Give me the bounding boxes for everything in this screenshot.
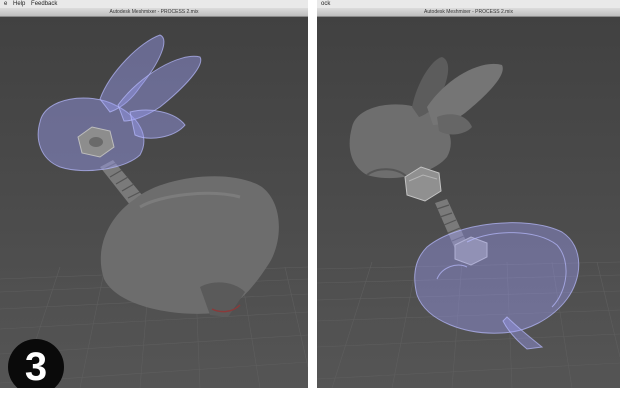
right-menubar: ock [317,0,620,8]
rabbit-head-ghost [37,34,202,172]
left-3d-viewport[interactable]: 3 [0,17,308,388]
menu-item-dock[interactable]: ock [321,1,330,7]
right-scene [317,57,620,388]
step-number-badge: 3 [8,339,64,388]
panel-divider [308,0,317,401]
menu-item-feedback[interactable]: Feedback [31,1,57,7]
rabbit-head-solid [349,57,503,179]
left-menubar: e Help Feedback [0,0,308,8]
right-3d-viewport[interactable] [317,17,620,388]
right-window-title: Autodesk Meshmixer - PROCESS 2.mix [317,8,620,17]
right-meshmixer-window: ock Autodesk Meshmixer - PROCESS 2.mix [317,0,620,388]
left-window-title: Autodesk Meshmixer - PROCESS 2.mix [0,8,308,17]
rabbit-body-ghost [414,222,580,350]
menu-item-edit[interactable]: e [4,1,7,7]
menu-item-help[interactable]: Help [13,1,25,7]
left-meshmixer-window: e Help Feedback Autodesk Meshmixer - PRO… [0,0,308,388]
left-scene [0,34,308,388]
